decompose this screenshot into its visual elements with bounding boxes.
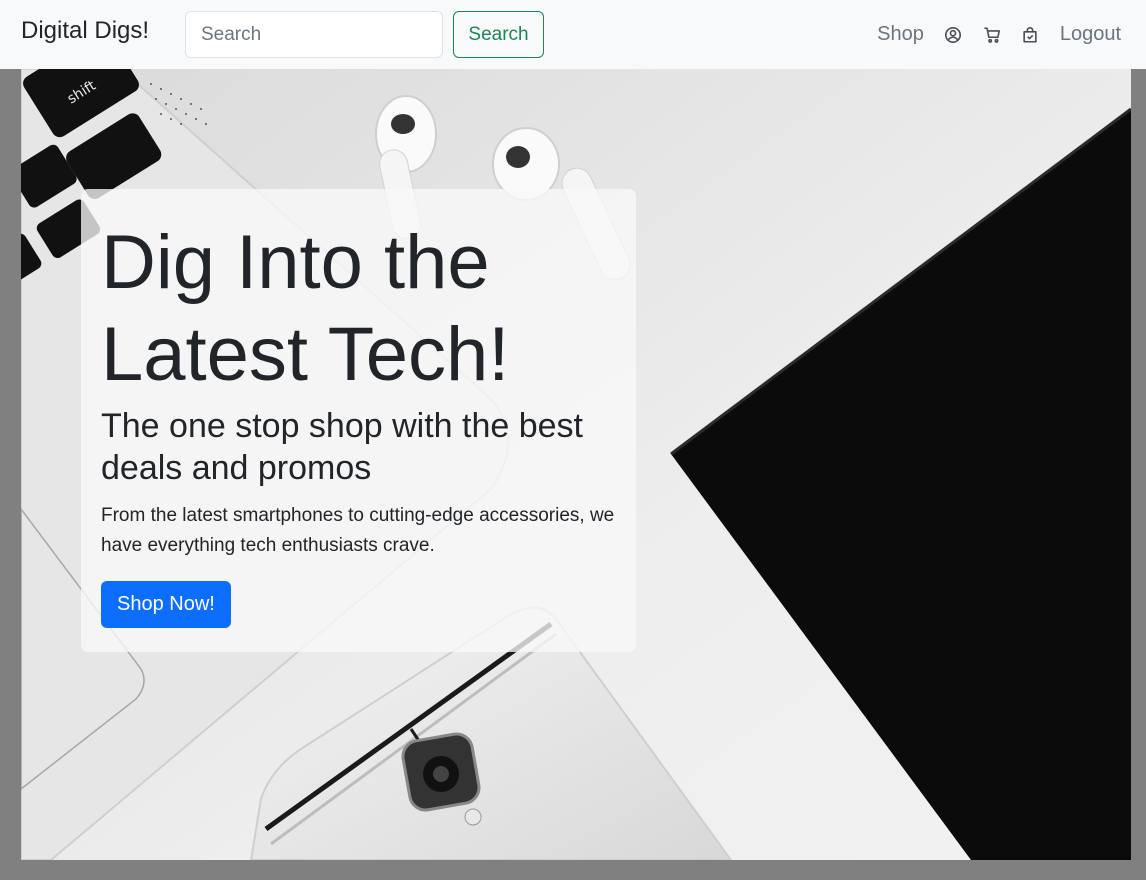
hero-description: From the latest smartphones to cutting-e…	[101, 505, 615, 556]
hero-subtitle: The one stop shop with the best deals an…	[101, 407, 583, 487]
nav-right: Shop Logout	[877, 0, 1121, 69]
hero-banner: shift Dig Into the Latest Tech! The one …	[21, 69, 1131, 860]
shop-now-button[interactable]: Shop Now!	[101, 581, 231, 628]
shopping-bag-check-icon[interactable]	[1020, 25, 1040, 45]
hero-title: Dig Into the Latest Tech!	[101, 220, 510, 397]
hero-card: Dig Into the Latest Tech! The one stop s…	[81, 189, 636, 652]
nav-link-logout[interactable]: Logout	[1060, 23, 1121, 46]
brand-logo-link[interactable]: Digital Digs!	[21, 17, 149, 45]
search-input[interactable]	[185, 11, 443, 58]
nav-link-shop[interactable]: Shop	[877, 23, 924, 46]
user-circle-icon[interactable]	[943, 25, 963, 45]
search-button[interactable]: Search	[453, 11, 544, 58]
cart-icon[interactable]	[982, 25, 1002, 45]
navbar: Digital Digs! Search Shop Logo	[0, 0, 1146, 69]
